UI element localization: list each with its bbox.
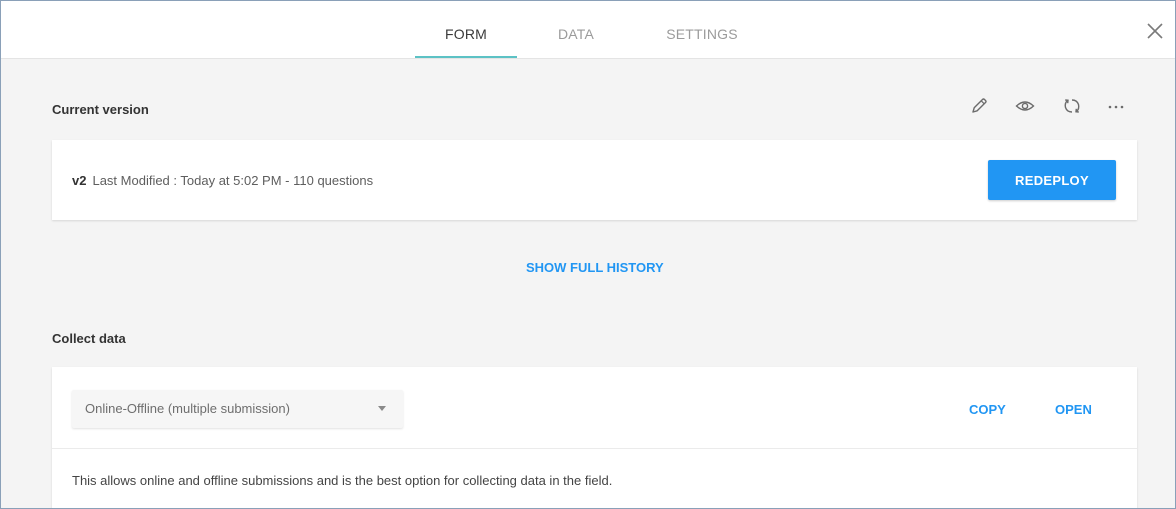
close-icon[interactable] [1145,21,1165,41]
form-panel: FORM DATA SETTINGS Current version v2 La… [0,0,1176,509]
active-tab-indicator [415,56,517,58]
top-tab-bar: FORM DATA SETTINGS [1,1,1175,59]
show-full-history-link[interactable]: SHOW FULL HISTORY [526,260,664,275]
chevron-down-icon [378,406,386,411]
more-icon[interactable] [1105,95,1127,117]
collection-method-description: This allows online and offline submissio… [72,473,613,488]
collect-data-title: Collect data [52,331,126,346]
card-divider [52,448,1137,449]
preview-eye-icon[interactable] [1014,95,1036,117]
current-version-card: v2 Last Modified : Today at 5:02 PM - 110… [52,140,1137,220]
collect-data-card: Online-Offline (multiple submission) COP… [52,367,1137,508]
copy-link-button[interactable]: COPY [969,402,1006,417]
version-label: v2 [72,173,87,188]
tab-form[interactable]: FORM [415,1,517,59]
collection-method-select[interactable]: Online-Offline (multiple submission) [72,390,403,428]
version-details: Last Modified : Today at 5:02 PM - 110 q… [92,173,374,188]
refresh-icon[interactable] [1061,95,1083,117]
redeploy-button[interactable]: REDEPLOY [988,160,1116,200]
tab-settings[interactable]: SETTINGS [646,1,758,59]
open-link-button[interactable]: OPEN [1055,402,1092,417]
collection-method-value: Online-Offline (multiple submission) [85,401,290,416]
edit-pencil-icon[interactable] [968,95,990,117]
tab-data[interactable]: DATA [531,1,621,59]
current-version-title: Current version [52,102,149,117]
tab-form-label: FORM [444,26,487,42]
version-info: v2 Last Modified : Today at 5:02 PM - 110… [72,173,373,188]
tab-settings-label: SETTINGS [666,26,738,42]
tab-data-label: DATA [557,26,595,42]
